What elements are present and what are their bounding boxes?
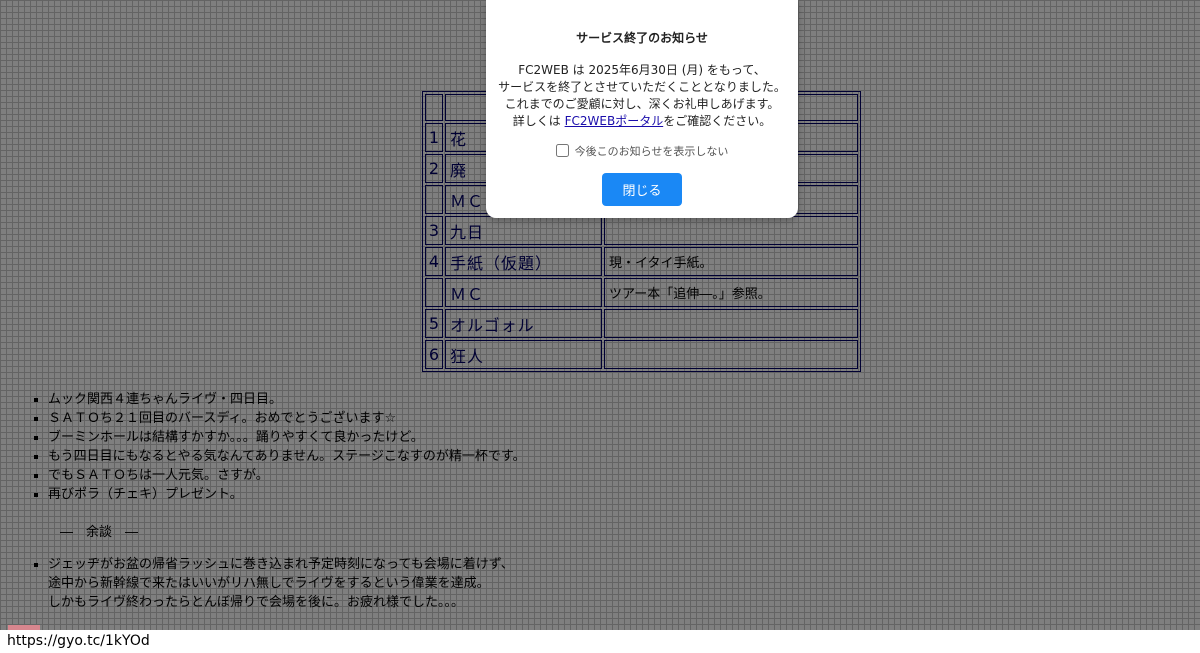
dont-show-again-label: 今後このお知らせを表示しない (574, 145, 729, 158)
dialog-text-line: 詳しくは FC2WEBポータルをご確認ください。 (486, 113, 798, 130)
service-end-dialog: サービス終了のお知らせ FC2WEB は 2025年6月30日 (月) をもって… (486, 0, 798, 218)
dont-show-again-checkbox[interactable] (555, 144, 569, 157)
dialog-title: サービス終了のお知らせ (576, 31, 708, 45)
fc2web-portal-link[interactable]: FC2WEBポータル (565, 114, 664, 128)
dialog-text-suffix: をご確認ください。 (663, 114, 772, 128)
status-url: https://gyo.tc/1kYOd (7, 633, 150, 649)
dialog-body: FC2WEB は 2025年6月30日 (月) をもって、 サービスを終了とさせ… (486, 62, 798, 130)
status-bar: https://gyo.tc/1kYOd (0, 630, 1200, 653)
close-button[interactable]: 閉じる (602, 173, 682, 206)
dialog-text-prefix: 詳しくは (512, 114, 565, 128)
dialog-text-line: サービスを終了とさせていただくこととなりました。 (498, 80, 786, 94)
dialog-text-line: FC2WEB は 2025年6月30日 (月) をもって、 (518, 63, 766, 77)
dialog-text-line: これまでのご愛顧に対し、深くお礼申しあげます。 (504, 97, 780, 111)
dont-show-again-option[interactable]: 今後このお知らせを表示しない (486, 143, 798, 159)
